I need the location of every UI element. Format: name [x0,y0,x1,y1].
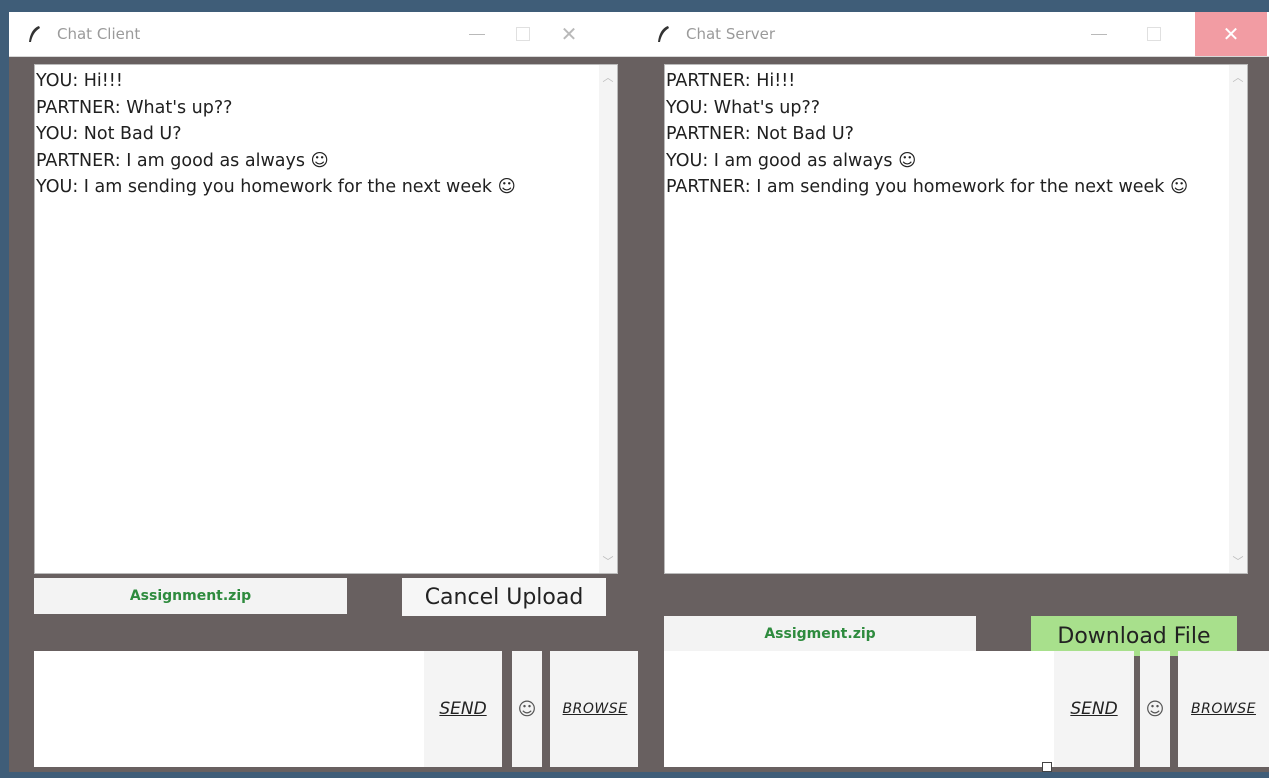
close-button[interactable]: ✕ [546,12,592,56]
emoji-button[interactable]: ☺ [512,651,542,767]
minimize-button[interactable] [454,12,500,56]
chat-message: PARTNER: What's up?? [36,97,233,118]
server-window-title: Chat Server [686,25,776,43]
chat-message: YOU: What's up?? [666,97,821,118]
emoji-icon: ☺ [1145,698,1165,720]
chat-server-window: Chat Server ✕ PARTNER: Hi!!! YOU: What's… [638,12,1269,772]
browse-button[interactable]: BROWSE [550,651,638,767]
minimize-button[interactable] [1076,12,1122,56]
client-chat-scrollbar[interactable]: ︿ ﹀ [599,65,617,573]
chat-message: PARTNER: Not Bad U? [666,124,854,144]
send-button[interactable]: SEND [1054,651,1134,767]
close-icon: ✕ [560,23,578,46]
server-chat-log[interactable]: PARTNER: Hi!!! YOU: What's up?? PARTNER:… [664,64,1248,574]
close-icon: ✕ [1222,23,1240,46]
server-chat-scrollbar[interactable]: ︿ ﹀ [1229,65,1247,573]
scroll-up-icon[interactable]: ︿ [599,69,617,85]
maximize-icon [516,27,530,41]
chat-message: YOU: Not Bad U? [36,124,182,144]
minimize-icon [469,33,485,35]
scroll-down-icon[interactable]: ﹀ [599,553,617,569]
scroll-up-icon[interactable]: ︿ [1229,69,1247,85]
client-message-input[interactable] [34,651,424,767]
client-input-row: SEND ☺ BROWSE [9,651,638,772]
chat-message: YOU: Hi!!! [36,71,123,91]
server-message-input[interactable] [664,651,1054,767]
client-titlebar[interactable]: Chat Client ✕ [9,12,638,57]
minimize-icon [1091,33,1107,35]
download-file-button[interactable]: Download File [1031,616,1237,656]
server-titlebar[interactable]: Chat Server ✕ [638,12,1269,57]
send-button[interactable]: SEND [424,651,502,767]
server-input-row: SEND ☺ BROWSE [638,651,1269,772]
emoji-icon: ☺ [517,698,537,720]
client-chat-log[interactable]: YOU: Hi!!! PARTNER: What's up?? YOU: Not… [34,64,618,574]
feather-icon [658,26,669,42]
maximize-button[interactable] [500,12,546,56]
chat-client-window: Chat Client ✕ YOU: Hi!!! PARTNER: What's… [9,12,638,772]
close-button[interactable]: ✕ [1195,12,1267,56]
scroll-down-icon[interactable]: ﹀ [1229,553,1247,569]
received-file-name: Assigment.zip [664,616,976,652]
upload-file-name: Assignment.zip [34,578,347,614]
feather-icon [29,26,40,42]
resize-grip[interactable] [1042,762,1052,772]
chat-message: PARTNER: I am sending you homework for t… [666,177,1189,197]
maximize-icon [1147,27,1161,41]
chat-message: PARTNER: I am good as always ☺ [36,150,329,171]
emoji-button[interactable]: ☺ [1140,651,1170,767]
browse-button[interactable]: BROWSE [1178,651,1269,767]
chat-message: YOU: I am sending you homework for the n… [36,177,516,197]
cancel-upload-button[interactable]: Cancel Upload [402,578,606,616]
chat-message: PARTNER: Hi!!! [666,71,796,91]
maximize-button[interactable] [1131,12,1177,56]
client-window-title: Chat Client [57,25,141,43]
chat-message: YOU: I am good as always ☺ [666,150,917,171]
